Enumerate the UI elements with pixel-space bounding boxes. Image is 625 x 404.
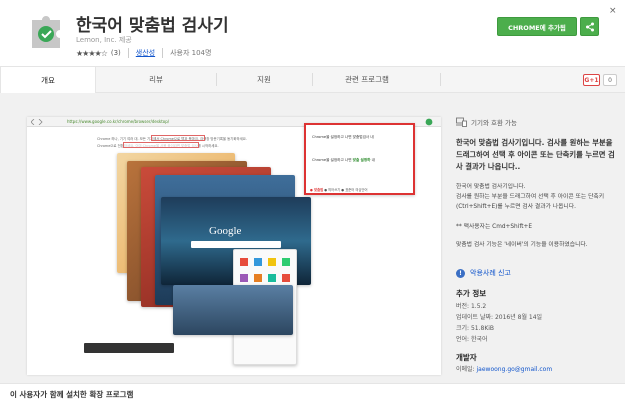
tab-related[interactable]: 관련 프로그램 (312, 67, 422, 92)
share-button[interactable] (580, 17, 599, 36)
legend-rest: ● 띄어쓰기 ● 표준어 의심단어 (324, 188, 368, 192)
compatibility-row: 기기와 호환 가능 (456, 117, 517, 127)
description-line: ** 맥사용자는 Cmd+Shift+E (456, 224, 533, 230)
browser-url: https://www.google.co.kr/chrome/browser/… (67, 119, 170, 124)
tab-overview[interactable]: 개요 (0, 67, 96, 93)
tab-support[interactable]: 지원 (216, 67, 312, 92)
legend-label: 맞춤법 (314, 188, 324, 192)
additional-info-title: 추가 정보 (456, 289, 487, 298)
related-extensions-bar: 이 사용자가 함께 설치한 확장 프로그램 (0, 383, 625, 404)
divider (162, 48, 164, 58)
report-label: 악용사례 신고 (470, 269, 511, 277)
rating-count[interactable]: (3) (111, 49, 121, 57)
version-info: 버전: 1.5.2 (456, 303, 487, 310)
extension-toolbar-icon (425, 118, 433, 126)
extension-popup: Chrome을 설정하고 나면 맞춤법검사 내 Chrome을 설정하고 나면 … (304, 123, 415, 195)
legend-spelling: ● 맞춤법 (310, 188, 324, 192)
overview-panel: https://www.google.co.kr/chrome/browser/… (0, 93, 625, 383)
tab-bar: 개요 리뷰 지원 관련 프로그램 G+1 0 (0, 66, 625, 93)
popup-highlight: 맞춤 설정하 (352, 158, 371, 162)
close-button[interactable]: × (609, 6, 617, 16)
devices-icon (456, 117, 467, 127)
category-link[interactable]: 생산성 (136, 48, 155, 58)
language-info: 언어: 한국어 (456, 336, 488, 343)
item-header: 한국어 맞춤법 검사기 Lemon, Inc. 제공 ★★★★☆ (3) 생산성… (0, 0, 625, 66)
developer-email-link[interactable]: jaewoong.go@gmail.com (477, 366, 553, 373)
popup-legend: ● 맞춤법 ● 띄어쓰기 ● 표준어 의심단어 (310, 187, 368, 192)
description-line: 맞춤법 검사 기능은 '네이버'의 기능을 이용하였습니다. (456, 242, 588, 248)
rating-stars[interactable]: ★★★★☆ (76, 49, 108, 58)
details-sidebar: 기기와 호환 가능 한국어 맞춤법 검사기입니다. 검사를 원하는 부분을 드래… (450, 93, 625, 383)
description-line: 검사를 원하는 부분을 드래그하여 선택 후 아이콘 또는 단축키(Ctrl+S… (456, 194, 605, 210)
updated-info: 업데이트 날짜: 2016년 8월 14일 (456, 314, 543, 321)
related-extensions-title: 이 사용자가 함께 설치한 확장 프로그램 (10, 390, 134, 399)
popup-text: 내 (370, 158, 375, 162)
gplus-button[interactable]: G+1 (583, 74, 600, 86)
user-count: 사용자 104명 (170, 49, 212, 57)
screenshot-preview[interactable]: https://www.google.co.kr/chrome/browser/… (27, 117, 441, 375)
gplus-count: 0 (603, 74, 617, 86)
developer-title: 개발자 (456, 353, 477, 362)
extension-title: 한국어 맞춤법 검사기 (76, 16, 229, 36)
report-abuse-link[interactable]: ! 악용사례 신고 (456, 268, 511, 278)
preview-cards: Google (115, 153, 311, 373)
nav-arrows-icon (31, 119, 43, 125)
share-icon (585, 22, 594, 31)
publisher-name: Lemon, Inc. 제공 (76, 36, 132, 44)
search-box (191, 241, 281, 248)
google-logo: Google (209, 225, 242, 237)
selection-highlight (151, 135, 205, 141)
selection-highlight (123, 142, 199, 148)
divider (127, 48, 129, 58)
popup-line: Chrome을 설정하고 나면 맞춤 설정하 내 (312, 158, 375, 163)
added-to-chrome-button[interactable]: CHROME에 추가됨 (497, 17, 577, 36)
laptop-base (84, 343, 174, 353)
size-info: 크기: 51.8KiB (456, 325, 495, 332)
puzzle-extension-icon (32, 16, 60, 48)
tab-divider (440, 73, 441, 86)
email-label: 이메일: (456, 366, 475, 373)
developer-email-row: 이메일: jaewoong.go@gmail.com (456, 364, 552, 373)
description-line: 한국어 맞춤법 검사기입니다. (456, 184, 526, 190)
popup-line: Chrome을 설정하고 나면 맞춤법검사 내 (312, 135, 374, 139)
meta-row: ★★★★☆ (3) 생산성 사용자 104명 (76, 47, 211, 59)
preview-card (173, 285, 293, 335)
summary-text: 한국어 맞춤법 검사기입니다. 검사를 원하는 부분을 드래그하여 선택 후 아… (456, 138, 615, 171)
compat-label: 기기와 호환 가능 (471, 119, 517, 127)
alert-icon: ! (456, 268, 465, 278)
tab-reviews[interactable]: 리뷰 (96, 67, 216, 92)
popup-text: Chrome을 설정하고 나면 (312, 158, 353, 162)
